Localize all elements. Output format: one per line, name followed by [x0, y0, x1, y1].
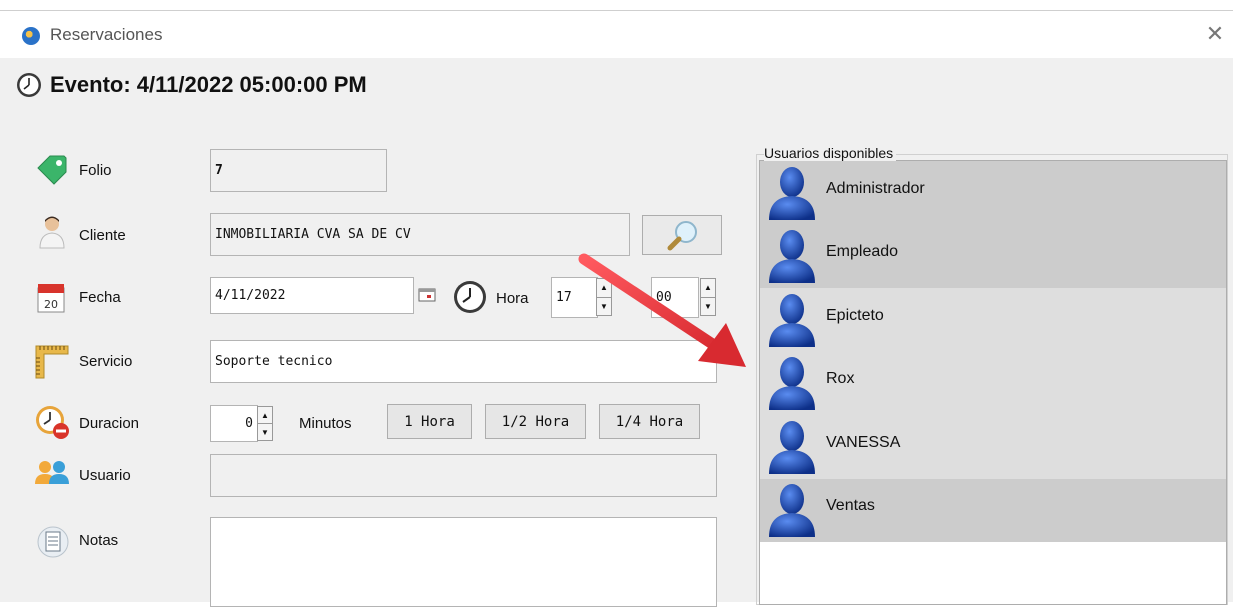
user-name: Epicteto	[826, 306, 884, 324]
usuario-field[interactable]	[210, 454, 717, 497]
usuarios-disponibles-legend: Usuarios disponibles	[764, 145, 897, 161]
users-list[interactable]: Administrador Empleado Epicteto Rox VANESSA V…	[759, 160, 1227, 605]
user-avatar-icon	[769, 293, 815, 347]
duracion-label: Duracion	[79, 415, 140, 432]
window-top-border	[0, 0, 1233, 11]
date-picker-icon[interactable]	[416, 286, 438, 304]
notas-label: Notas	[79, 532, 119, 549]
spin-down-icon[interactable]: ▼	[258, 424, 272, 440]
spin-up-icon[interactable]: ▲	[258, 407, 272, 424]
list-item[interactable]: VANESSA	[760, 415, 1226, 479]
list-item[interactable]: Administrador	[760, 161, 1226, 225]
list-item[interactable]: Empleado	[760, 224, 1226, 288]
list-item[interactable]: Rox	[760, 351, 1226, 415]
fecha-field[interactable]: 4/11/2022	[210, 277, 414, 314]
clock-icon	[17, 73, 41, 97]
minute-field[interactable]: 00	[651, 277, 699, 318]
spin-down-icon[interactable]: ▼	[701, 298, 715, 316]
svg-text:20: 20	[44, 298, 58, 311]
duracion-spinner[interactable]: ▲ ▼	[257, 406, 273, 441]
event-title: Evento: 4/11/2022 05:00:00 PM	[50, 72, 367, 97]
calendar-icon: 20	[37, 284, 65, 313]
users-icon	[35, 461, 69, 484]
hour-spinner[interactable]: ▲ ▼	[596, 278, 612, 316]
folio-label: Folio	[79, 162, 112, 179]
app-icon	[22, 27, 40, 45]
usuarios-disponibles-group: Usuarios disponibles Administrador Emplea…	[756, 145, 1230, 605]
cliente-field[interactable]: INMOBILIARIA CVA SA DE CV	[210, 213, 630, 256]
user-name: Empleado	[826, 243, 899, 261]
dialog-body: Evento: 4/11/2022 05:00:00 PM Folio 7 Cl…	[0, 58, 1233, 607]
window-title: Reservaciones	[50, 25, 163, 44]
servicio-label: Servicio	[79, 353, 133, 370]
spin-up-icon[interactable]: ▲	[597, 279, 611, 298]
notas-textarea[interactable]	[210, 517, 717, 607]
search-client-button[interactable]	[642, 215, 722, 255]
folio-field[interactable]: 7	[210, 149, 387, 192]
close-icon[interactable]: ✕	[1203, 21, 1227, 47]
list-item[interactable]: Epicteto	[760, 288, 1226, 352]
timer-icon	[36, 406, 69, 439]
ruler-icon	[35, 345, 69, 379]
one-hour-button[interactable]: 1 Hora	[387, 404, 472, 439]
spin-up-icon[interactable]: ▲	[701, 279, 715, 298]
user-name: Administrador	[826, 179, 925, 197]
spin-down-icon[interactable]: ▼	[597, 298, 611, 316]
cliente-label: Cliente	[79, 227, 126, 244]
user-avatar-icon	[769, 357, 815, 411]
clock-icon	[454, 281, 486, 313]
user-name: Ventas	[826, 497, 875, 515]
time-separator: :	[639, 290, 644, 307]
user-avatar-icon	[769, 420, 815, 474]
magnifier-icon	[667, 221, 697, 251]
minute-spinner[interactable]: ▲ ▼	[700, 278, 716, 316]
hour-field[interactable]: 17	[551, 277, 598, 318]
user-avatar-icon	[769, 166, 815, 220]
quarter-hour-button[interactable]: 1/4 Hora	[599, 404, 700, 439]
usuario-label: Usuario	[79, 467, 131, 484]
user-avatar-icon	[769, 484, 815, 538]
fecha-label: Fecha	[79, 289, 121, 306]
user-name: VANESSA	[826, 433, 901, 451]
tag-icon	[37, 155, 67, 185]
notepad-icon	[37, 526, 69, 558]
person-icon	[39, 216, 65, 249]
hora-label: Hora	[496, 290, 529, 307]
list-item[interactable]: Ventas	[760, 478, 1226, 542]
minutos-label: Minutos	[299, 415, 352, 432]
servicio-field[interactable]: Soporte tecnico	[210, 340, 717, 383]
duracion-field[interactable]: 0	[210, 405, 258, 442]
user-avatar-icon	[769, 230, 815, 284]
event-header: Evento: 4/11/2022 05:00:00 PM	[16, 72, 367, 98]
title-bar: Reservaciones ✕	[0, 11, 1233, 58]
half-hour-button[interactable]: 1/2 Hora	[485, 404, 586, 439]
user-name: Rox	[826, 370, 855, 388]
